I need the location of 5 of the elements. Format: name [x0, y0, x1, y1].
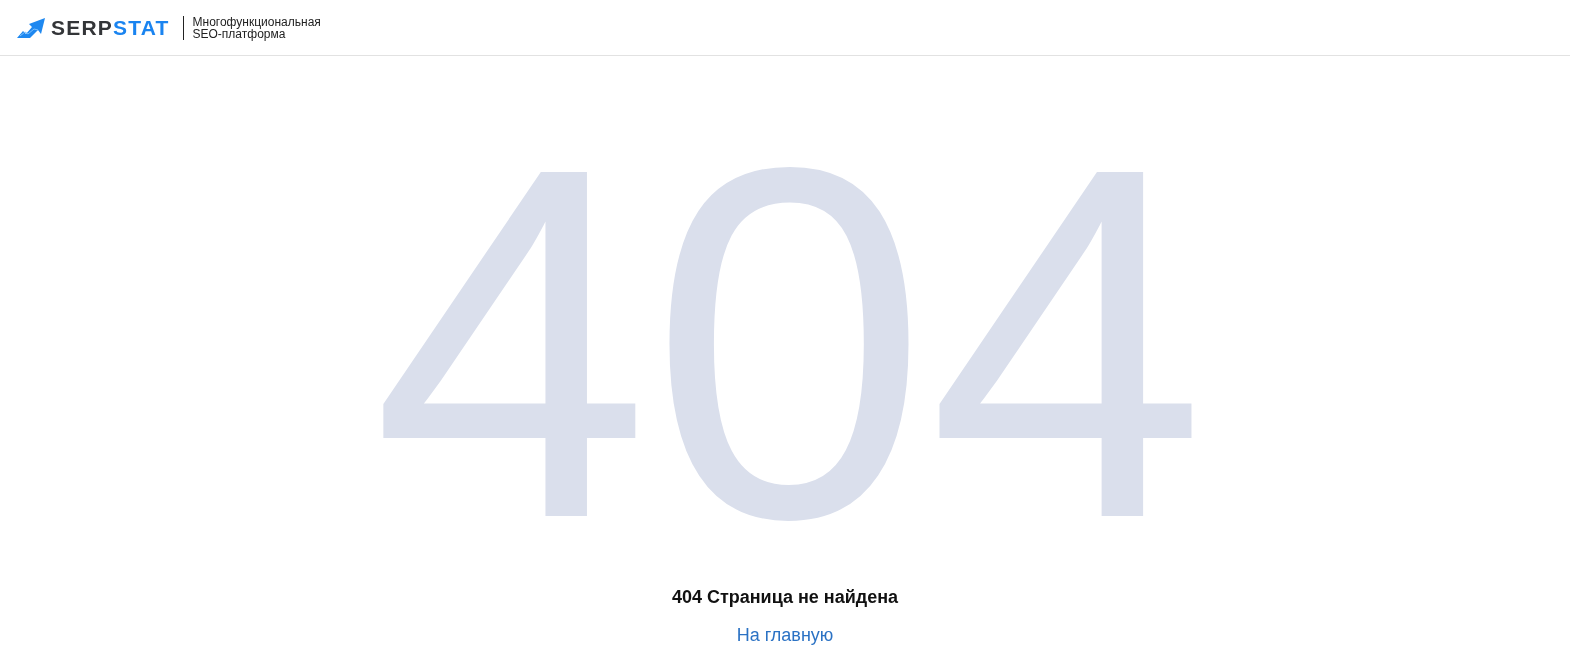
- brand-wordmark[interactable]: SERPSTAT: [51, 15, 170, 40]
- home-link[interactable]: На главную: [736, 624, 834, 646]
- arrow-chart-icon: [17, 17, 45, 38]
- error-message: 404 Страница не найдена: [671, 586, 899, 608]
- brand-tagline: Многофункциональная SEO-платформа: [192, 16, 321, 40]
